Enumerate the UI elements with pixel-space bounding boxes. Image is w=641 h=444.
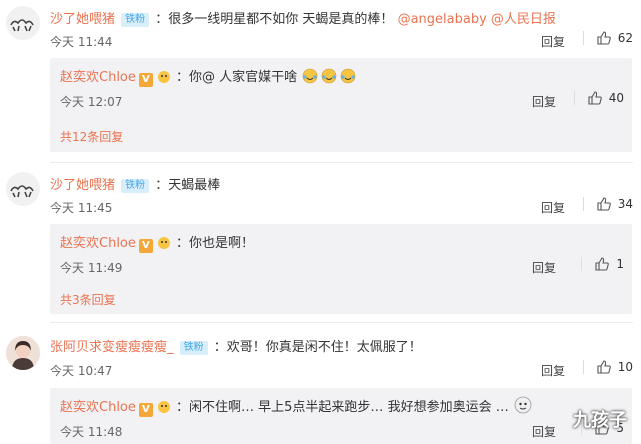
crown-icon <box>157 71 170 83</box>
comment-meta: 今天 11:45 回复 34 <box>50 196 633 218</box>
reply-text: ：闲不住啊… 早上5点半起来跑步… 我好想参加奥运会 … <box>176 400 509 415</box>
more-replies-link[interactable]: 共12条回复 <box>60 128 123 145</box>
crown-icon <box>157 237 170 249</box>
like-count: 62 <box>617 31 633 45</box>
thumbs-up-icon <box>597 360 611 374</box>
like-count: 34 <box>617 197 633 211</box>
like-count: 10 <box>617 360 633 374</box>
reply-text-line: 赵奕欢Chloe V ：你也是啊！ <box>60 232 624 253</box>
comment-username[interactable]: 沙了她喂猪 <box>50 178 115 193</box>
reply-meta: 今天 11:48 回复 5 <box>60 420 624 442</box>
reply-box: 赵奕欢Chloe V ：你@ 人家官媒干啥 今天 12:07 回复 40 共12条… <box>50 58 632 152</box>
comment-text: ：很多一线明星都不如你 天蝎是真的棒！ <box>155 12 394 27</box>
reply-username[interactable]: 赵奕欢Chloe <box>60 400 136 415</box>
like-count: 1 <box>616 257 624 271</box>
fan-badge: 铁粉 <box>179 341 208 355</box>
thumbs-up-icon <box>597 197 611 211</box>
thumbs-up-icon <box>588 91 602 105</box>
comment-username[interactable]: 张阿贝求变瘦瘦瘦瘦_ <box>50 340 174 355</box>
like-button[interactable]: 34 <box>582 196 633 212</box>
user-avatar[interactable] <box>6 172 40 206</box>
comment-mentions[interactable]: @angelababy @人民日报 <box>398 12 556 27</box>
reply-text: ：你也是啊！ <box>176 236 255 251</box>
divider <box>581 257 583 271</box>
reply-text: ：你@ 人家官媒干啥 <box>176 70 298 85</box>
reply-username[interactable]: 赵奕欢Chloe <box>60 236 136 251</box>
user-avatar[interactable] <box>6 6 40 40</box>
thumbs-up-icon <box>595 257 610 271</box>
comment-text-line: 沙了她喂猪 铁粉 ：很多一线明星都不如你 天蝎是真的棒！ @angelababy… <box>50 8 633 27</box>
fan-badge: 铁粉 <box>121 13 150 27</box>
divider <box>582 360 584 374</box>
divider <box>50 162 633 163</box>
comment-2: 沙了她喂猪 铁粉 ：天蝎最棒 今天 11:45 回复 34 赵奕欢Chloe V … <box>0 162 641 316</box>
reply-meta: 今天 11:49 回复 1 <box>60 256 624 278</box>
divider <box>573 91 575 105</box>
laugh-cry-emoji-icon <box>303 68 356 84</box>
comment-username[interactable]: 沙了她喂猪 <box>50 12 115 27</box>
reply-box: 赵奕欢Chloe V ：闲不住啊… 早上5点半起来跑步… 我好想参加奥运会 … 今… <box>50 388 632 444</box>
reply-text-line: 赵奕欢Chloe V ：你@ 人家官媒干啥 <box>60 66 624 87</box>
thumbs-up-icon <box>597 31 611 45</box>
comment-meta: 今天 10:47 回复 10 <box>50 359 633 381</box>
divider <box>582 197 584 211</box>
fan-badge: 铁粉 <box>121 179 150 193</box>
comment-time: 今天 10:47 <box>50 364 113 378</box>
reply-button[interactable]: 回复 <box>541 199 565 216</box>
comment-text-line: 沙了她喂猪 铁粉 ：天蝎最棒 <box>50 174 633 193</box>
reply-button[interactable]: 回复 <box>532 423 556 440</box>
comment-text: ：天蝎最棒 <box>155 178 221 193</box>
reply-button[interactable]: 回复 <box>541 362 565 379</box>
vip-icon: V <box>138 239 153 253</box>
comment-meta: 今天 11:44 回复 62 <box>50 30 633 52</box>
comment-time: 今天 11:45 <box>50 201 113 215</box>
comment-text-line: 张阿贝求变瘦瘦瘦瘦_ 铁粉 ：欢哥！你真是闲不住！太佩服了！ <box>50 336 633 355</box>
user-avatar[interactable] <box>6 336 40 370</box>
reply-button[interactable]: 回复 <box>541 33 565 50</box>
divider <box>582 31 584 45</box>
comment-3: 张阿贝求变瘦瘦瘦瘦_ 铁粉 ：欢哥！你真是闲不住！太佩服了！ 今天 10:47 … <box>0 322 641 444</box>
face-emoji-icon <box>514 396 532 414</box>
comment-text: ：欢哥！你真是闲不住！太佩服了！ <box>213 340 422 355</box>
like-button[interactable]: 10 <box>582 359 633 375</box>
vip-icon: V <box>138 73 153 87</box>
like-button[interactable]: 1 <box>581 256 624 272</box>
like-count: 40 <box>608 91 624 105</box>
comment-time: 今天 11:44 <box>50 35 113 49</box>
reply-time: 今天 12:07 <box>60 95 123 109</box>
reply-button[interactable]: 回复 <box>532 93 556 110</box>
like-button[interactable]: 62 <box>582 30 633 46</box>
divider <box>50 322 633 323</box>
vip-icon: V <box>138 403 153 417</box>
reply-time: 今天 11:48 <box>60 425 123 439</box>
reply-button[interactable]: 回复 <box>532 259 556 276</box>
comment-1: 沙了她喂猪 铁粉 ：很多一线明星都不如你 天蝎是真的棒！ @angelababy… <box>0 0 641 160</box>
reply-text-line: 赵奕欢Chloe V ：闲不住啊… 早上5点半起来跑步… 我好想参加奥运会 … <box>60 396 624 417</box>
crown-icon <box>157 401 170 413</box>
like-button[interactable]: 40 <box>573 90 624 106</box>
reply-box: 赵奕欢Chloe V ：你也是啊！ 今天 11:49 回复 1 共3条回复 <box>50 224 632 314</box>
reply-meta: 今天 12:07 回复 40 <box>60 90 624 112</box>
more-replies-link[interactable]: 共3条回复 <box>60 291 116 308</box>
watermark: 九孩子 <box>573 410 627 431</box>
reply-time: 今天 11:49 <box>60 261 123 275</box>
reply-username[interactable]: 赵奕欢Chloe <box>60 70 136 85</box>
